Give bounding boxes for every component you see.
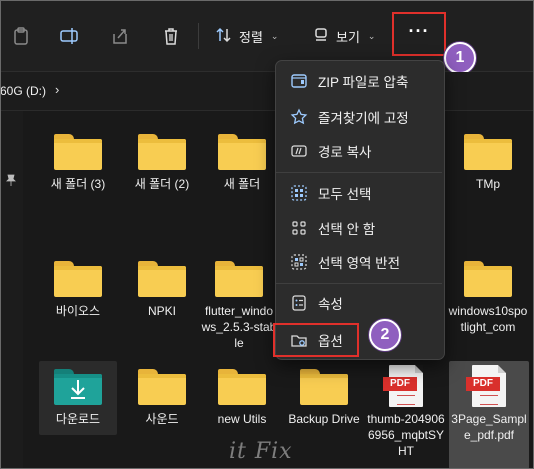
menu-item-select-all[interactable]: 모두 선택 [280,177,440,209]
menu-item-invert-selection[interactable]: 선택 영역 반전 [280,246,440,278]
folder-icon [138,261,186,297]
file-item-folder[interactable]: Backup Drive [283,369,365,427]
menu-item-label: ZIP 파일로 압축 [318,75,409,90]
see-more-menu: ZIP 파일로 압축 즐겨찾기에 고정 경로 복사 모두 선택 선택 안 함 선… [275,60,445,360]
sort-label: 정렬 [239,29,263,45]
file-item-pdf[interactable]: PDF thumb-2049066956_mqbtSYHT [365,365,447,459]
menu-item-pin-favorites[interactable]: 즐겨찾기에 고정 [280,101,440,133]
file-name: flutter_windows_2.5.3-stable [201,304,277,350]
file-name: 바이오스 [55,304,101,318]
properties-icon [290,294,308,312]
view-label: 보기 [336,29,360,45]
step-badge-2: 2 [369,319,401,351]
folder-icon [464,134,512,170]
folder-icon [215,261,263,297]
file-name: TMp [476,177,500,191]
file-name: windows10spotlight_com [448,304,528,334]
invert-selection-icon [290,253,308,271]
file-name: Backup Drive [288,412,360,426]
menu-item-label: 선택 영역 반전 [318,256,401,271]
address-bar[interactable]: 60G (D:) › [1,72,533,111]
file-item-downloads[interactable]: 다운로드 [37,369,119,427]
watermark-text: it Fix [229,439,293,464]
menu-item-label: 선택 안 함 [318,222,376,237]
menu-item-compress-zip[interactable]: ZIP 파일로 압축 [280,65,440,97]
zip-icon [290,72,308,90]
folder-icon [218,134,266,170]
view-button[interactable]: 보기 ⌄ [312,23,375,49]
folder-icon [54,134,102,170]
options-highlight-box [273,323,359,357]
folder-icon [138,369,186,405]
pdf-icon: PDF [383,365,423,407]
sort-icon [215,26,233,47]
folder-icon [464,261,512,297]
file-explorer-window: 정렬 ⌄ 보기 ⌄ ··· 1 60G (D:) › 새 폴더 (3) 새 폴더 [0,0,534,469]
navigation-pane [1,111,23,468]
file-name: 다운로드 [55,412,101,426]
file-name: 3Page_Sample_pdf.pdf [451,412,527,442]
sort-button[interactable]: 정렬 ⌄ [215,23,278,49]
menu-item-label: 모두 선택 [318,187,372,202]
breadcrumb[interactable]: 60G (D:) [1,84,46,98]
file-name: new Utils [217,412,267,426]
menu-item-label: 경로 복사 [318,145,372,160]
rename-icon[interactable] [58,25,80,47]
view-icon [312,26,330,47]
paste-icon[interactable] [10,25,32,47]
file-item-folder[interactable]: 새 폴더 (2) [121,134,203,192]
star-icon [290,108,308,126]
pdf-icon: PDF [466,365,506,407]
folder-icon [54,261,102,297]
step-badge-1: 1 [444,42,476,74]
menu-item-select-none[interactable]: 선택 안 함 [280,212,440,244]
folder-icon [138,134,186,170]
file-name: NPKI [147,304,176,318]
file-name: 새 폴더 (2) [134,177,190,191]
file-item-folder[interactable]: TMp [447,134,529,192]
file-name: 새 폴더 (3) [50,177,106,191]
file-item-folder[interactable]: NPKI [121,261,203,319]
file-name: 새 폴더 [223,177,261,191]
menu-item-label: 속성 [318,297,343,312]
folder-icon [218,369,266,405]
file-item-folder[interactable]: 새 폴더 [201,134,283,192]
menu-item-copy-path[interactable]: 경로 복사 [280,135,440,167]
menu-item-label: 즐겨찾기에 고정 [318,111,409,126]
chevron-down-icon: ⌄ [367,30,376,41]
toolbar-divider [198,23,199,49]
file-name: thumb-2049066956_mqbtSYHT [367,412,445,458]
copy-path-icon [290,142,308,160]
file-item-folder[interactable]: 사운드 [121,369,203,427]
delete-icon[interactable] [160,25,182,47]
file-item-folder[interactable]: 새 폴더 (3) [37,134,119,192]
see-more-button[interactable]: ··· [392,12,446,56]
downloads-folder-icon [54,369,102,405]
file-item-folder[interactable]: flutter_windows_2.5.3-stable [201,261,277,351]
pin-icon [6,174,16,186]
file-name: 사운드 [145,412,179,426]
file-item-folder[interactable]: 바이오스 [37,261,119,319]
menu-divider [276,172,442,173]
select-all-icon [290,184,308,202]
file-item-folder[interactable]: windows10spotlight_com [447,261,529,335]
menu-item-properties[interactable]: 속성 [280,287,440,319]
share-icon[interactable] [109,25,131,47]
select-none-icon [290,219,308,237]
breadcrumb-chevron-icon[interactable]: › [55,82,59,97]
folder-icon [300,369,348,405]
file-item-pdf[interactable]: PDF 3Page_Sample_pdf.pdf [448,365,530,443]
menu-divider [276,283,442,284]
file-item-folder[interactable]: new Utils [201,369,283,427]
chevron-down-icon: ⌄ [270,30,279,41]
more-options-icon: ··· [408,21,430,41]
